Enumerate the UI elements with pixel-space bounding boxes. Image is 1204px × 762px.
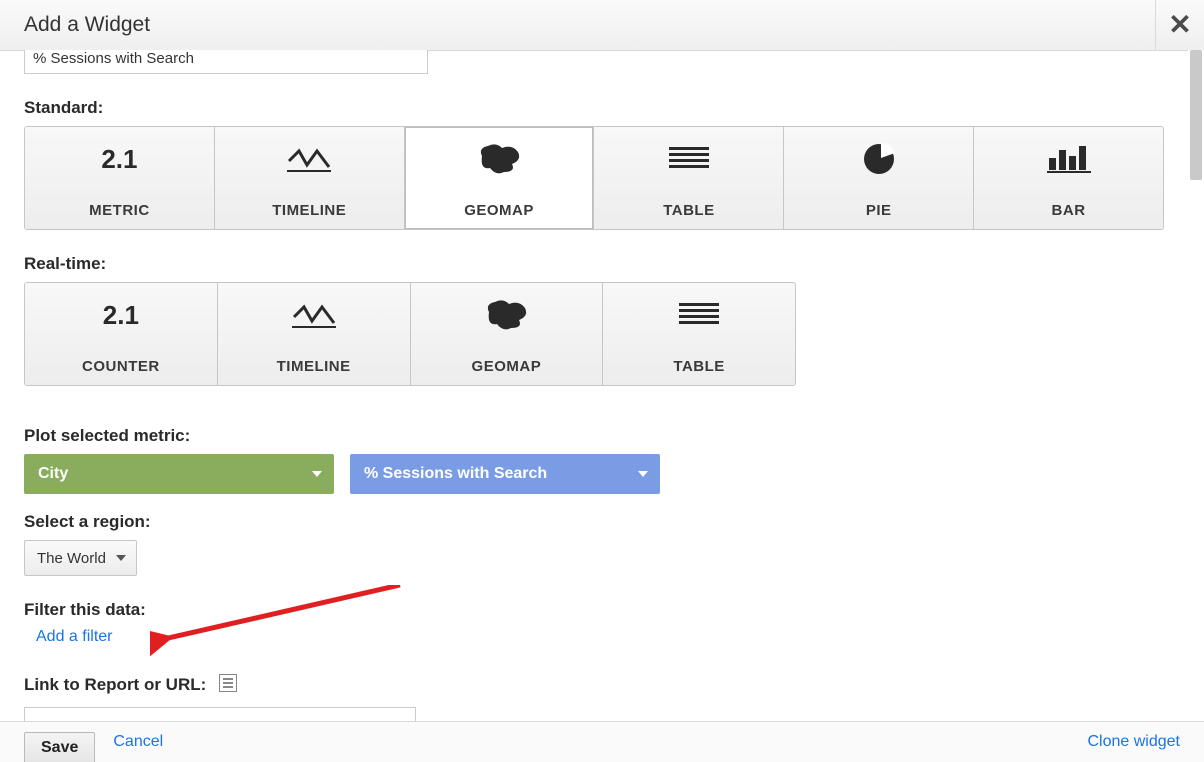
dimension-dropdown[interactable]: City	[24, 454, 334, 494]
dialog-titlebar: Add a Widget ✕	[0, 0, 1204, 51]
card-realtime-counter[interactable]: 2.1 COUNTER	[25, 283, 218, 385]
pill-row: City % Sessions with Search	[24, 454, 1164, 494]
table-icon	[603, 295, 795, 335]
realtime-card-row: 2.1 COUNTER TIMELINE GEOMAP	[24, 282, 796, 386]
close-icon: ✕	[1168, 9, 1191, 40]
card-realtime-table[interactable]: TABLE	[603, 283, 795, 385]
geomap-icon	[411, 295, 603, 335]
cancel-link[interactable]: Cancel	[113, 733, 163, 751]
label-plot-metric: Plot selected metric:	[24, 426, 1164, 446]
table-icon	[594, 139, 783, 179]
caret-down-icon	[312, 471, 322, 477]
caret-down-icon	[638, 471, 648, 477]
label-select-region: Select a region:	[24, 512, 1164, 532]
card-standard-pie[interactable]: PIE	[784, 127, 974, 229]
dialog-footer: Save Cancel Clone widget	[0, 721, 1204, 762]
timeline-icon	[215, 139, 404, 179]
card-standard-table[interactable]: TABLE	[594, 127, 784, 229]
card-standard-bar[interactable]: BAR	[974, 127, 1163, 229]
region-value: The World	[37, 550, 106, 567]
timeline-icon	[218, 295, 410, 335]
metric-dropdown[interactable]: % Sessions with Search	[350, 454, 660, 494]
dialog-title: Add a Widget	[24, 13, 150, 36]
card-standard-geomap[interactable]: GEOMAP	[405, 127, 595, 229]
pie-icon	[784, 139, 973, 179]
card-realtime-geomap[interactable]: GEOMAP	[411, 283, 604, 385]
add-filter-link[interactable]: Add a filter	[36, 628, 112, 645]
save-button[interactable]: Save	[24, 732, 95, 762]
metric-value: % Sessions with Search	[364, 465, 547, 482]
report-url-input[interactable]	[24, 707, 416, 722]
clone-widget-link[interactable]: Clone widget	[1088, 733, 1181, 751]
card-standard-timeline[interactable]: TIMELINE	[215, 127, 405, 229]
geomap-icon	[405, 139, 594, 179]
close-button[interactable]: ✕	[1155, 0, 1204, 50]
label-standard: Standard:	[24, 98, 1164, 118]
caret-down-icon	[116, 555, 126, 561]
card-realtime-timeline[interactable]: TIMELINE	[218, 283, 411, 385]
dialog-content: % Sessions with Search Standard: 2.1 MET…	[0, 50, 1188, 722]
metric-icon: 2.1	[25, 139, 214, 179]
widget-title-value: % Sessions with Search	[33, 50, 194, 67]
label-filter-data: Filter this data:	[24, 600, 1164, 620]
counter-icon: 2.1	[25, 295, 217, 335]
report-picker-icon[interactable]	[219, 674, 237, 692]
widget-title-input[interactable]: % Sessions with Search	[24, 50, 428, 74]
scrollbar-thumb[interactable]	[1190, 50, 1202, 180]
card-standard-metric[interactable]: 2.1 METRIC	[25, 127, 215, 229]
label-link-report: Link to Report or URL:	[24, 674, 1164, 695]
region-dropdown[interactable]: The World	[24, 540, 137, 576]
standard-card-row: 2.1 METRIC TIMELINE GEOMAP	[24, 126, 1164, 230]
dimension-value: City	[38, 465, 68, 482]
bar-icon	[974, 139, 1163, 179]
label-realtime: Real-time:	[24, 254, 1164, 274]
